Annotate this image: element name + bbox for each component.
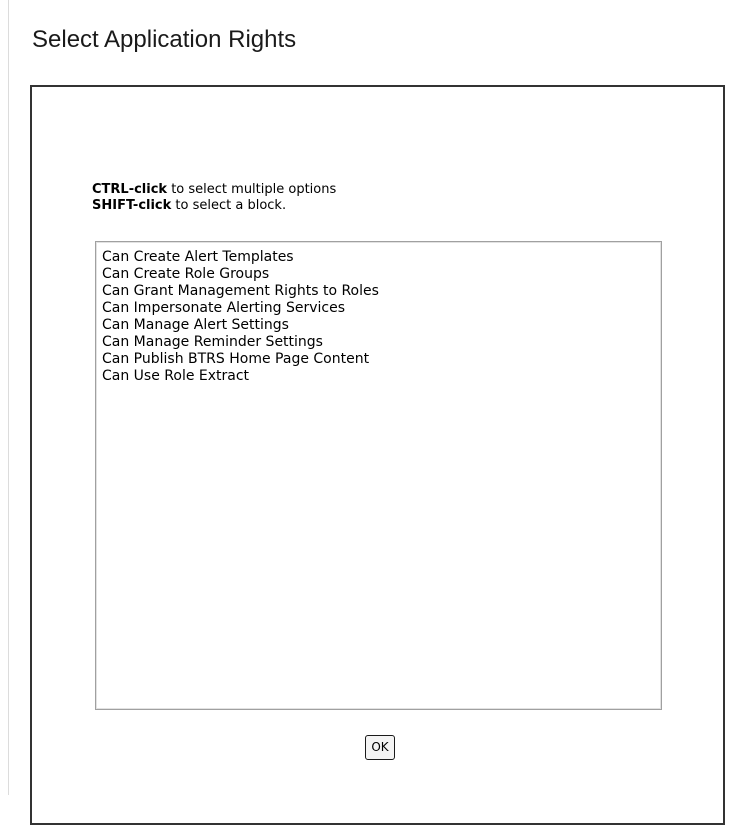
- shift-instruction-text: to select a block.: [171, 198, 287, 213]
- ok-button[interactable]: OK: [365, 735, 395, 760]
- list-option[interactable]: Can Manage Alert Settings: [102, 317, 655, 334]
- ctrl-key-label: CTRL-click: [92, 182, 168, 197]
- instructions: CTRL-click to select multiple options SH…: [92, 182, 336, 214]
- shift-instruction: SHIFT-click to select a block.: [92, 198, 336, 214]
- list-option[interactable]: Can Manage Reminder Settings: [102, 334, 655, 351]
- rights-listbox[interactable]: Can Create Alert Templates Can Create Ro…: [95, 241, 662, 710]
- list-option[interactable]: Can Use Role Extract: [102, 368, 655, 385]
- list-option[interactable]: Can Impersonate Alerting Services: [102, 300, 655, 317]
- shift-key-label: SHIFT-click: [92, 198, 172, 213]
- ctrl-instruction-text: to select multiple options: [167, 182, 337, 197]
- left-divider: [8, 0, 9, 795]
- list-option[interactable]: Can Publish BTRS Home Page Content: [102, 351, 655, 368]
- page-title: Select Application Rights: [32, 26, 297, 53]
- list-option[interactable]: Can Create Role Groups: [102, 266, 655, 283]
- ctrl-instruction: CTRL-click to select multiple options: [92, 182, 336, 198]
- list-option[interactable]: Can Grant Management Rights to Roles: [102, 283, 655, 300]
- list-option[interactable]: Can Create Alert Templates: [102, 249, 655, 266]
